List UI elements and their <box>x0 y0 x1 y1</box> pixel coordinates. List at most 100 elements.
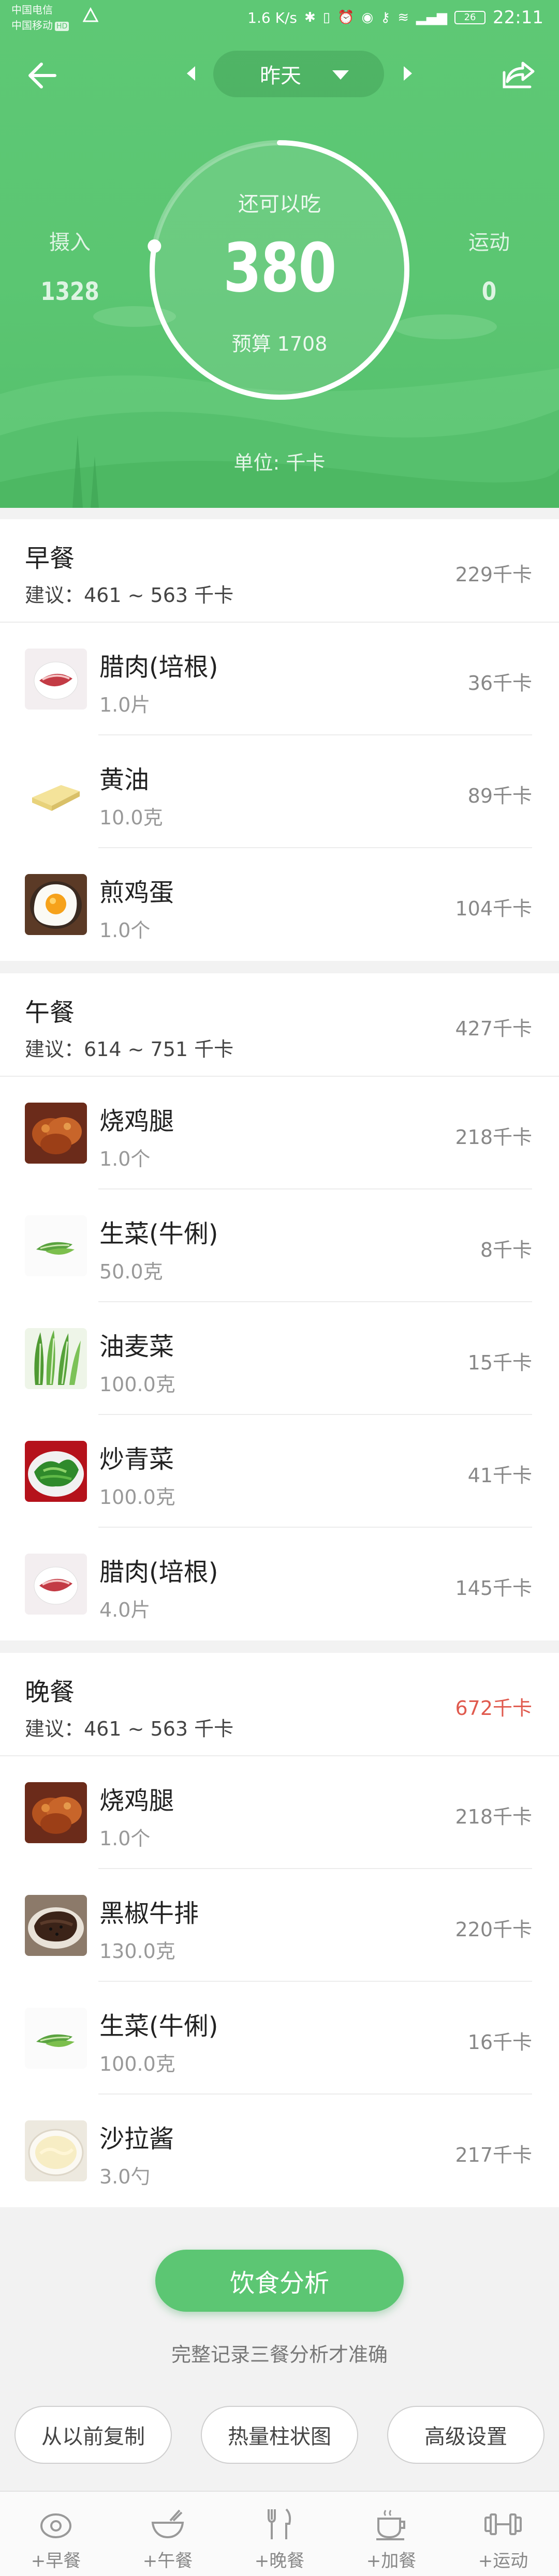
dumbbell-icon <box>484 2513 522 2535</box>
meal-total-kcal: 229千卡 <box>455 563 532 586</box>
egg-icon <box>40 2513 71 2538</box>
meal-header[interactable]: 晚餐 建议：461 ~ 563 千卡 672千卡 <box>0 1653 559 1756</box>
food-item[interactable]: 煎鸡蛋 1.0个 104千卡 <box>0 848 559 961</box>
exercise-value: 0 <box>481 277 497 306</box>
next-day-icon[interactable] <box>400 63 415 84</box>
net-speed: 1.6 K/s <box>247 9 297 26</box>
tab-add-exercise[interactable]: +运动 <box>447 2492 559 2576</box>
carrier-1: 中国电信 <box>11 4 53 16</box>
meal-header[interactable]: 早餐 建议：461 ~ 563 千卡 229千卡 <box>0 519 559 623</box>
food-quantity: 10.0克 <box>99 806 163 829</box>
food-name: 油麦菜 <box>99 1332 174 1361</box>
food-quantity: 1.0片 <box>99 694 151 716</box>
food-kcal: 16千卡 <box>467 2031 532 2054</box>
food-name: 沙拉酱 <box>99 2125 174 2153</box>
meal-header[interactable]: 午餐 建议：614 ~ 751 千卡 427千卡 <box>0 973 559 1077</box>
analysis-hint: 完整记录三餐分析才准确 <box>171 2343 388 2366</box>
meal-name: 晚餐 <box>25 1678 75 1707</box>
clock: 22:11 <box>493 7 543 28</box>
food-item[interactable]: 生菜(牛俐) 50.0克 8千卡 <box>0 1189 559 1302</box>
meal-suggestion: 建议：461 ~ 563 千卡 <box>25 1718 234 1740</box>
food-quantity: 100.0克 <box>99 2053 175 2075</box>
intake-value: 1328 <box>40 277 99 306</box>
food-kcal: 218千卡 <box>455 1126 532 1149</box>
calorie-chart-button[interactable]: 热量柱状图 <box>201 2406 358 2464</box>
food-item[interactable]: 黑椒牛排 130.0克 220千卡 <box>0 1869 559 1982</box>
signal-icon: ▂▄▆ <box>416 10 448 25</box>
lettuce-icon <box>25 1215 87 1276</box>
food-kcal: 145千卡 <box>455 1577 532 1600</box>
food-quantity: 1.0个 <box>99 1148 151 1170</box>
remaining-value: 380 <box>223 229 336 307</box>
date-selector[interactable]: 昨天 <box>213 51 384 97</box>
tab-label: +午餐 <box>142 2551 193 2571</box>
food-name: 烧鸡腿 <box>99 1107 174 1136</box>
butter-icon <box>25 761 87 822</box>
hd-badge: HD <box>55 21 69 31</box>
food-item[interactable]: 沙拉酱 3.0勺 217千卡 <box>0 2095 559 2207</box>
meal-section-dinner: 晚餐 建议：461 ~ 563 千卡 672千卡 烧鸡腿 1.0个 218千卡 黑椒牛排 13… <box>0 1653 559 2207</box>
food-name: 生菜(牛俐) <box>99 1219 218 1248</box>
summary-header: 中国电信 中国移动 HD 1.6 K/s ✱ ▯ ⏰ ◉ ⚷ ≋ ▂▄▆ 26 2… <box>0 0 559 508</box>
intake-label: 摄入 <box>49 231 91 254</box>
tab-label: +早餐 <box>31 2551 81 2571</box>
advanced-settings-button[interactable]: 高级设置 <box>387 2406 545 2464</box>
steak-icon <box>25 1895 87 1956</box>
tab-label: +运动 <box>478 2551 528 2571</box>
copy-previous-button[interactable]: 从以前复制 <box>14 2406 172 2464</box>
meal-list: 早餐 建议：461 ~ 563 千卡 229千卡 腊肉(培根) 1.0片 36千卡 黄油 10… <box>0 519 559 2220</box>
top-nav: 昨天 <box>0 50 559 99</box>
meal-suggestion: 建议：461 ~ 563 千卡 <box>25 584 234 607</box>
bluetooth-icon: ✱ <box>304 10 316 25</box>
food-item[interactable]: 腊肉(培根) 4.0片 145千卡 <box>0 1528 559 1640</box>
food-quantity: 100.0克 <box>99 1373 175 1396</box>
carrier-2: 中国移动 <box>11 19 53 32</box>
food-name: 黑椒牛排 <box>99 1899 199 1928</box>
tab-add-dinner[interactable]: +晚餐 <box>224 2492 335 2576</box>
back-arrow-icon[interactable] <box>26 59 59 92</box>
fried-egg-icon <box>25 874 87 935</box>
food-item[interactable]: 炒青菜 100.0克 41千卡 <box>0 1415 559 1528</box>
tab-add-breakfast[interactable]: +早餐 <box>0 2492 112 2576</box>
cup-icon <box>376 2510 405 2540</box>
food-quantity: 50.0克 <box>99 1260 163 1283</box>
budget-text: 预算 1708 <box>231 333 328 355</box>
food-quantity: 1.0个 <box>99 1827 151 1850</box>
battery-icon: 26 <box>454 11 486 24</box>
key-icon: ⚷ <box>380 10 391 25</box>
share-icon[interactable] <box>501 58 537 91</box>
tab-add-lunch[interactable]: +午餐 <box>112 2492 224 2576</box>
alarm-icon: ⏰ <box>337 10 355 25</box>
roast-chicken-icon <box>25 1103 87 1164</box>
food-item[interactable]: 烧鸡腿 1.0个 218千卡 <box>0 1077 559 1189</box>
date-label: 昨天 <box>260 64 301 88</box>
lettuce-icon <box>25 2008 87 2069</box>
food-kcal: 220千卡 <box>455 1918 532 1941</box>
food-item[interactable]: 黄油 10.0克 89千卡 <box>0 735 559 848</box>
exercise-stat: 运动 0 <box>450 225 528 306</box>
fork-knife-icon <box>268 2508 291 2539</box>
food-kcal: 8千卡 <box>480 1239 532 1261</box>
tab-label: +加餐 <box>366 2551 417 2571</box>
prev-day-icon[interactable] <box>184 63 199 84</box>
bacon-icon <box>25 1554 87 1615</box>
intake-stat: 摄入 1328 <box>31 225 109 306</box>
meal-section-lunch: 午餐 建议：614 ~ 751 千卡 427千卡烧鸡腿 1.0个 218千卡生菜(牛俐)… <box>0 973 559 1640</box>
wifi-icon: ≋ <box>398 10 409 25</box>
food-item[interactable]: 烧鸡腿 1.0个 218千卡 <box>0 1756 559 1869</box>
status-bar: 中国电信 中国移动 HD 1.6 K/s ✱ ▯ ⏰ ◉ ⚷ ≋ ▂▄▆ 26 2… <box>0 0 559 39</box>
bacon-icon <box>25 649 87 710</box>
eye-icon: ◉ <box>361 10 374 25</box>
food-quantity: 130.0克 <box>99 1940 175 1963</box>
bowl-icon <box>151 2509 184 2539</box>
food-item[interactable]: 腊肉(培根) 1.0片 36千卡 <box>0 623 559 735</box>
food-quantity: 3.0勺 <box>99 2165 151 2188</box>
food-item[interactable]: 生菜(牛俐) 100.0克 16千卡 <box>0 1982 559 2095</box>
food-item[interactable]: 油麦菜 100.0克 15千卡 <box>0 1302 559 1415</box>
signal-triangle-icon <box>83 7 98 22</box>
mayo-icon <box>25 2120 87 2181</box>
food-quantity: 1.0个 <box>99 919 151 942</box>
tab-add-snack[interactable]: +加餐 <box>335 2492 447 2576</box>
diet-analysis-button[interactable]: 饮食分析 <box>155 2250 404 2312</box>
leaf-lettuce-icon <box>25 1328 87 1389</box>
